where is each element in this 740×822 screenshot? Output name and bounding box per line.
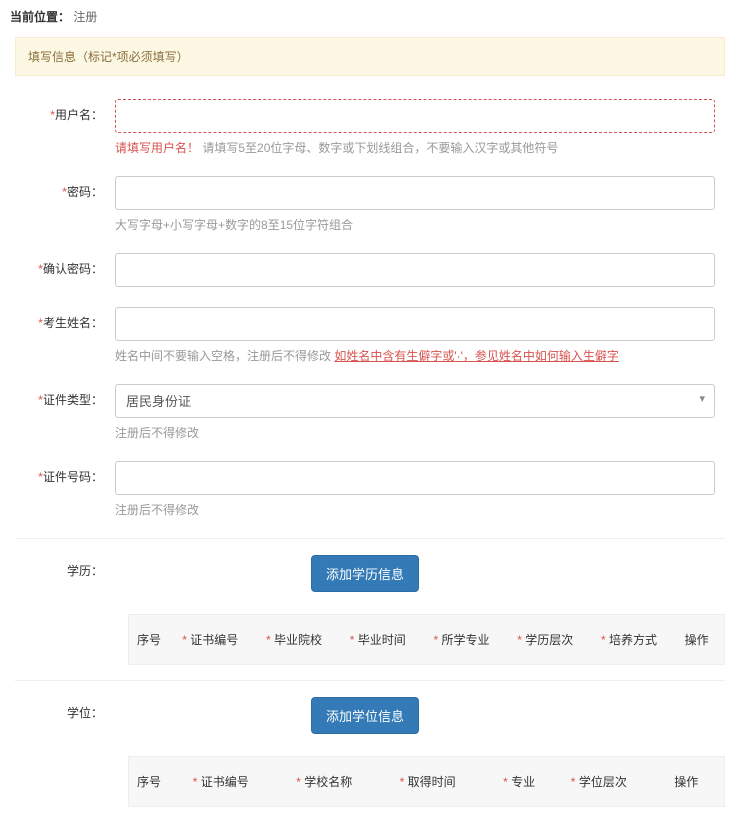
separator-2	[15, 680, 725, 681]
label-idno: *证件号码：	[15, 461, 115, 485]
idno-hint: 注册后不得修改	[115, 501, 715, 518]
separator	[15, 538, 725, 539]
info-banner: 填写信息（标记*项必须填写）	[15, 37, 725, 76]
col-header: 序号	[131, 759, 185, 804]
col-header: * 学校名称	[290, 759, 391, 804]
name-hint: 姓名中间不要输入空格，注册后不得修改 如姓名中含有生僻字或'·'，参见姓名中如何…	[115, 347, 715, 364]
idno-input[interactable]	[115, 461, 715, 495]
label-idtype: *证件类型：	[15, 384, 115, 408]
row-edu: 学历： 添加学历信息	[0, 547, 740, 604]
username-input[interactable]	[115, 99, 715, 133]
col-header: 序号	[131, 617, 174, 662]
username-hint: 请填写用户名！ 请填写5至20位字母、数字或下划线组合，不要输入汉字或其他符号	[115, 139, 715, 156]
label-username: *用户名：	[15, 99, 115, 123]
col-header: * 培养方式	[595, 617, 677, 662]
password-hint: 大写字母+小写字母+数字的8至15位字符组合	[115, 216, 715, 233]
password-input[interactable]	[115, 176, 715, 210]
col-header: 操作	[668, 759, 722, 804]
col-header: * 所学专业	[427, 617, 509, 662]
row-name: *考生姓名： 姓名中间不要输入空格，注册后不得修改 如姓名中含有生僻字或'·'，…	[0, 299, 740, 376]
col-header: * 学位层次	[565, 759, 666, 804]
row-username: *用户名： 请填写用户名！ 请填写5至20位字母、数字或下划线组合，不要输入汉字…	[0, 91, 740, 168]
col-header: 操作	[679, 617, 722, 662]
degree-table-wrap: 序号* 证书编号* 学校名称* 取得时间* 专业* 学位层次操作	[128, 756, 725, 807]
col-header: * 学历层次	[511, 617, 593, 662]
breadcrumb-current: 注册	[73, 10, 97, 24]
add-degree-button[interactable]: 添加学位信息	[311, 697, 419, 734]
row-idno: *证件号码： 注册后不得修改	[0, 453, 740, 530]
row-degree: 学位： 添加学位信息	[0, 689, 740, 746]
breadcrumb-label: 当前位置：	[10, 10, 70, 24]
label-name: *考生姓名：	[15, 307, 115, 331]
idtype-select[interactable]: 居民身份证	[115, 384, 715, 418]
label-confirm: *确认密码：	[15, 253, 115, 277]
degree-table: 序号* 证书编号* 学校名称* 取得时间* 专业* 学位层次操作	[128, 756, 725, 807]
col-header: * 证书编号	[187, 759, 288, 804]
col-header: * 证书编号	[176, 617, 258, 662]
breadcrumb: 当前位置： 注册	[0, 0, 740, 37]
idtype-hint: 注册后不得修改	[115, 424, 715, 441]
col-header: * 毕业时间	[344, 617, 426, 662]
col-header: * 取得时间	[394, 759, 495, 804]
row-password: *密码： 大写字母+小写字母+数字的8至15位字符组合	[0, 168, 740, 245]
rare-char-link[interactable]: 如姓名中含有生僻字或'·'，参见姓名中如何输入生僻字	[334, 349, 619, 363]
row-idtype: *证件类型： 居民身份证 注册后不得修改	[0, 376, 740, 453]
row-confirm: *确认密码：	[0, 245, 740, 299]
add-edu-button[interactable]: 添加学历信息	[311, 555, 419, 592]
confirm-input[interactable]	[115, 253, 715, 287]
edu-table-wrap: 序号* 证书编号* 毕业院校* 毕业时间* 所学专业* 学历层次* 培养方式操作	[128, 614, 725, 665]
label-password: *密码：	[15, 176, 115, 200]
col-header: * 毕业院校	[260, 617, 342, 662]
col-header: * 专业	[497, 759, 563, 804]
edu-table: 序号* 证书编号* 毕业院校* 毕业时间* 所学专业* 学历层次* 培养方式操作	[128, 614, 725, 665]
name-input[interactable]	[115, 307, 715, 341]
